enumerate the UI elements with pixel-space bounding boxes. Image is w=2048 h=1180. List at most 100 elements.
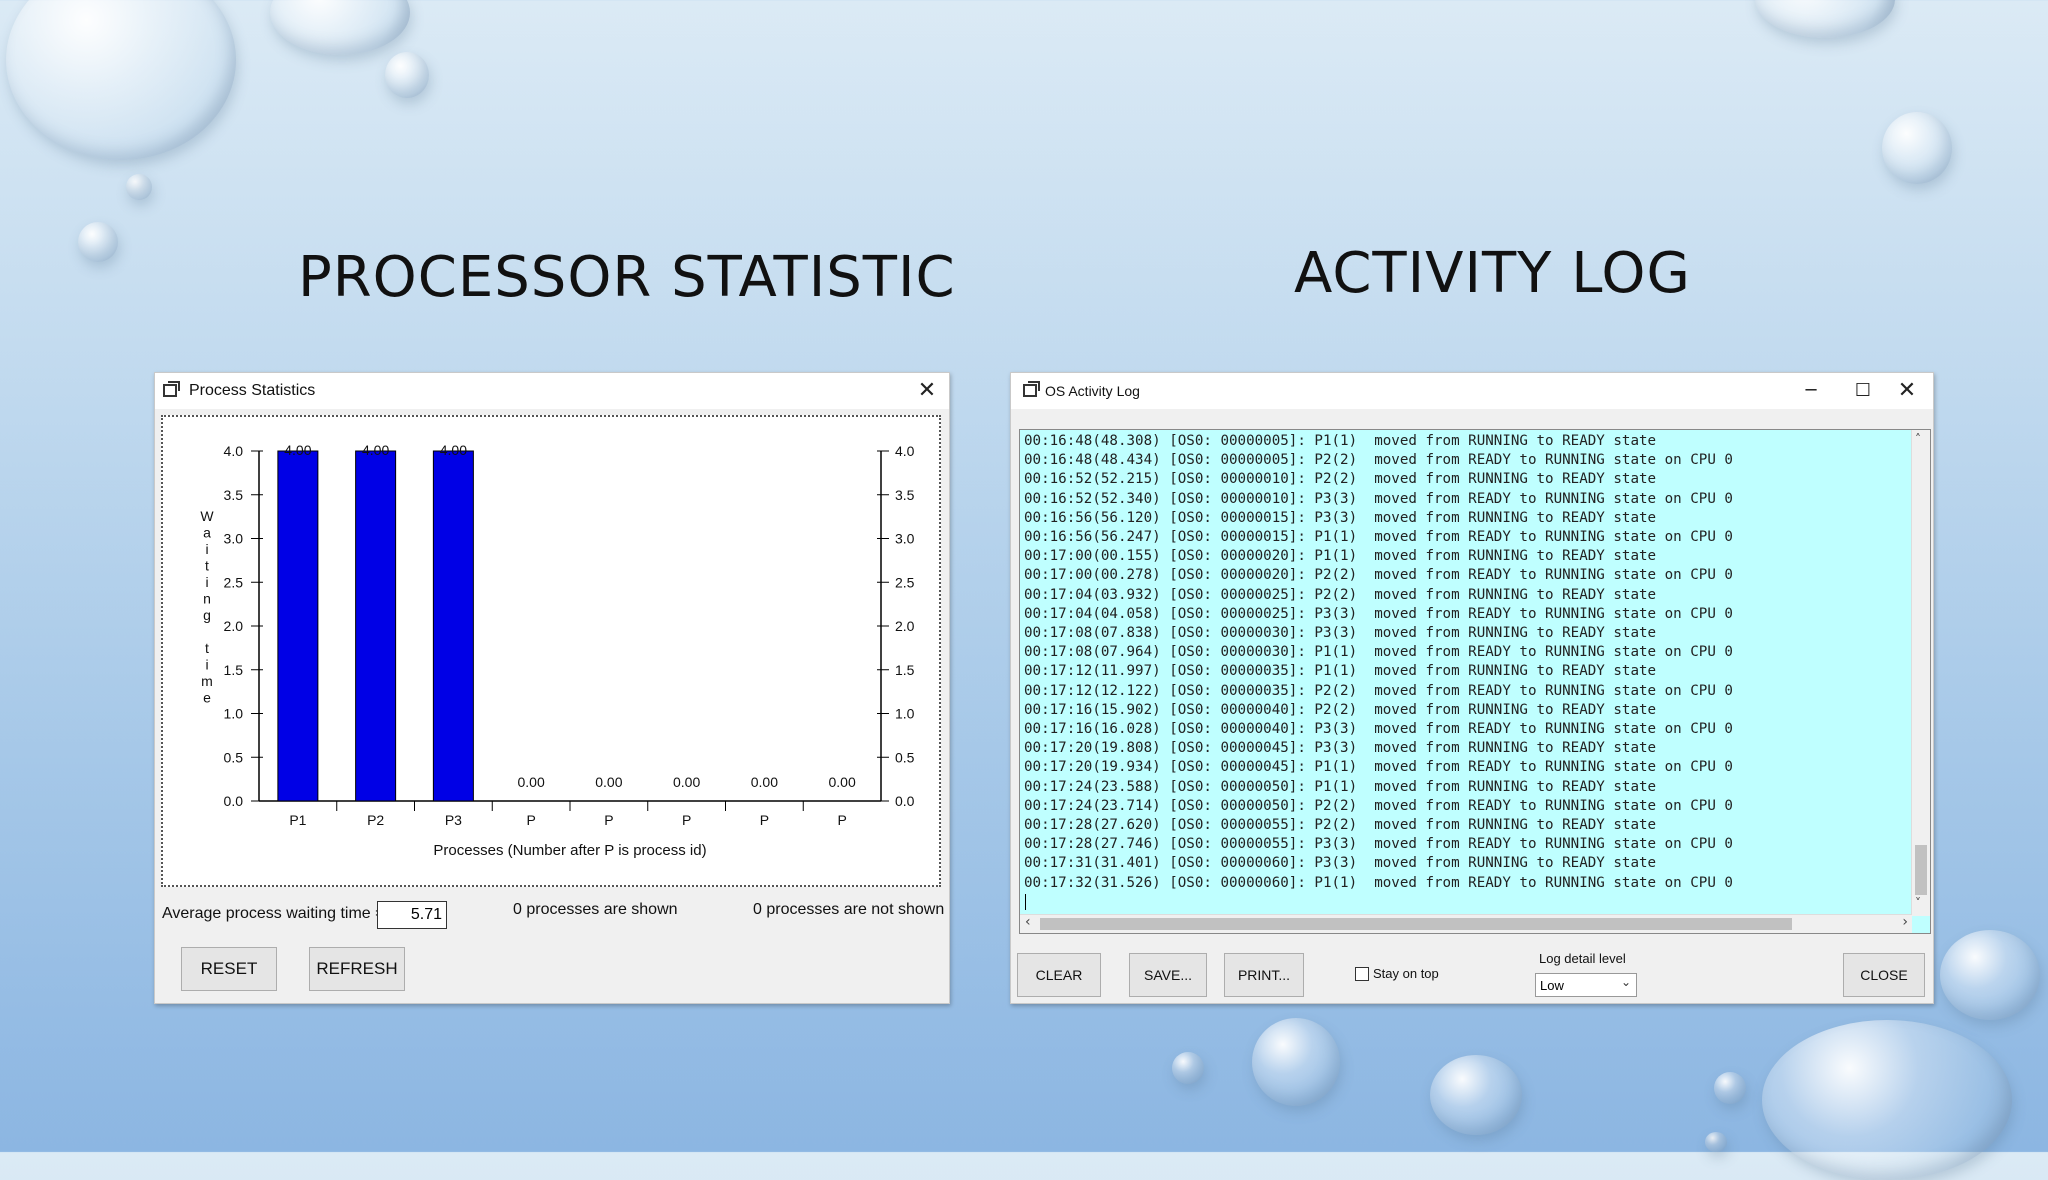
stats-titlebar: Process Statistics ✕ <box>155 373 949 409</box>
log-window-title: OS Activity Log <box>1045 383 1140 399</box>
reset-button[interactable]: RESET <box>181 947 277 991</box>
y-tick-label-left: 1.0 <box>224 706 244 722</box>
log-detail-level-select[interactable]: Low ⌄ <box>1535 973 1637 997</box>
bubble-decoration <box>1252 1018 1340 1106</box>
bar <box>432 450 474 802</box>
x-tick-label: P3 <box>445 812 462 828</box>
window-app-icon <box>163 381 180 397</box>
stats-window-title: Process Statistics <box>189 382 316 399</box>
log-line: 00:17:04(03.932) [OS0: 00000025]: P2(2) … <box>1024 586 1657 603</box>
log-line: 00:17:08(07.964) [OS0: 00000030]: P1(1) … <box>1024 644 1733 661</box>
log-line: 00:16:56(56.247) [OS0: 00000015]: P1(1) … <box>1024 529 1733 546</box>
log-line: 00:17:28(27.746) [OS0: 00000055]: P3(3) … <box>1024 836 1733 853</box>
y-tick-label-left: 0.0 <box>224 793 244 809</box>
avg-waiting-time-label: Average process waiting time = <box>162 905 385 922</box>
y-tick-label-right: 2.0 <box>895 618 915 634</box>
y-tick-label-right: 3.5 <box>895 487 915 503</box>
print-button[interactable]: PRINT... <box>1224 953 1304 997</box>
bar-value-label: 4.00 <box>284 442 311 458</box>
log-line: 00:17:32(31.526) [OS0: 00000060]: P1(1) … <box>1024 874 1733 891</box>
log-line: 00:17:08(07.838) [OS0: 00000030]: P3(3) … <box>1024 625 1657 642</box>
window-app-icon <box>1023 381 1040 397</box>
log-line: 00:17:24(23.588) [OS0: 00000050]: P1(1) … <box>1024 778 1657 795</box>
bubble-decoration <box>1172 1052 1204 1084</box>
y-tick-label-right: 2.5 <box>895 574 915 590</box>
bar-value-label: 0.00 <box>673 774 700 790</box>
log-line: 00:16:52(52.215) [OS0: 00000010]: P2(2) … <box>1024 471 1657 488</box>
log-line: 00:16:48(48.434) [OS0: 00000005]: P2(2) … <box>1024 452 1733 469</box>
bubble-decoration <box>1940 930 2040 1020</box>
log-detail-level-label: Log detail level <box>1539 951 1626 966</box>
bar <box>277 450 319 802</box>
processes-shown-text: 0 processes are shown <box>513 901 678 918</box>
y-tick-label-right: 1.0 <box>895 706 915 722</box>
horizontal-scrollbar[interactable]: ‹ › <box>1020 914 1912 933</box>
log-line: 00:17:04(04.058) [OS0: 00000025]: P3(3) … <box>1024 605 1733 622</box>
close-button[interactable]: CLOSE <box>1843 953 1925 997</box>
x-tick-label: P1 <box>289 812 306 828</box>
bar <box>355 450 397 802</box>
scroll-right-icon[interactable]: › <box>1902 914 1908 930</box>
log-line: 00:17:12(11.997) [OS0: 00000035]: P1(1) … <box>1024 663 1657 680</box>
avg-waiting-time-value: 5.71 <box>410 906 442 923</box>
y-tick-label-right: 1.5 <box>895 662 915 678</box>
log-line: 00:17:16(15.902) [OS0: 00000040]: P2(2) … <box>1024 701 1657 718</box>
x-tick-label: P <box>604 812 613 828</box>
refresh-button[interactable]: REFRESH <box>309 947 405 991</box>
processor-statistic-heading: PROCESSOR STATISTIC <box>298 245 956 310</box>
save-button[interactable]: SAVE... <box>1129 953 1207 997</box>
bubble-decoration <box>1762 1020 2012 1180</box>
bubble-decoration <box>1430 1055 1522 1135</box>
log-line: 00:17:16(16.028) [OS0: 00000040]: P3(3) … <box>1024 721 1733 738</box>
log-lines: 00:16:48(48.308) [OS0: 00000005]: P1(1) … <box>1024 432 1733 893</box>
y-tick-label-right: 0.5 <box>895 749 915 765</box>
y-tick-label-left: 4.0 <box>224 443 244 459</box>
os-activity-log-window: OS Activity Log ─ ☐ ✕ 00:16:48(48.308) [… <box>1010 372 1934 1004</box>
bubble-decoration <box>1714 1072 1746 1104</box>
close-icon[interactable]: ✕ <box>1885 373 1929 409</box>
x-tick-label: P <box>682 812 691 828</box>
scroll-left-icon[interactable]: ‹ <box>1025 914 1031 930</box>
log-line: 00:16:56(56.120) [OS0: 00000015]: P3(3) … <box>1024 509 1657 526</box>
y-tick-label-left: 2.5 <box>224 574 244 590</box>
vertical-scroll-thumb[interactable] <box>1915 845 1927 895</box>
log-line: 00:17:00(00.155) [OS0: 00000020]: P1(1) … <box>1024 548 1657 565</box>
clear-button[interactable]: CLEAR <box>1017 953 1101 997</box>
bar-value-label: 0.00 <box>829 774 856 790</box>
x-tick-label: P <box>760 812 769 828</box>
text-cursor <box>1025 894 1026 910</box>
bar-value-label: 0.00 <box>751 774 778 790</box>
y-tick-label-right: 0.0 <box>895 793 915 809</box>
waiting-time-bar-chart: 0.0 0.0 0.5 0.5 1.0 1.0 1.5 1.5 2.0 2.0 2.5 2.5 3.0 3… <box>200 442 915 859</box>
log-detail-level-value: Low <box>1540 978 1564 993</box>
bar-value-label: 0.00 <box>518 774 545 790</box>
log-line: 00:17:00(00.278) [OS0: 00000020]: P2(2) … <box>1024 567 1733 584</box>
bubble-decoration <box>1705 1132 1727 1152</box>
avg-waiting-time-field[interactable]: 5.71 <box>377 901 447 929</box>
bar-value-label: 4.00 <box>362 442 389 458</box>
bubble-decoration <box>126 174 152 200</box>
minimize-icon[interactable]: ─ <box>1789 373 1833 409</box>
close-icon[interactable]: ✕ <box>905 373 949 409</box>
maximize-icon[interactable]: ☐ <box>1841 373 1885 409</box>
log-line: 00:17:28(27.620) [OS0: 00000055]: P2(2) … <box>1024 817 1657 834</box>
bubble-decoration <box>385 52 429 98</box>
process-statistics-window: Process Statistics ✕ 0.0 0.0 0.5 0.5 1.0 1.0 1… <box>154 372 950 1004</box>
log-text-area[interactable]: 00:16:48(48.308) [OS0: 00000005]: P1(1) … <box>1019 429 1931 934</box>
vertical-scrollbar[interactable]: ˄ ˅ <box>1911 430 1930 916</box>
bar-value-label: 0.00 <box>595 774 622 790</box>
log-line: 00:16:48(48.308) [OS0: 00000005]: P1(1) … <box>1024 433 1657 449</box>
stay-on-top-label: Stay on top <box>1373 966 1439 981</box>
scroll-down-icon[interactable]: ˅ <box>1915 896 1921 910</box>
y-tick-label-left: 2.0 <box>224 618 244 634</box>
chevron-down-icon: ⌄ <box>1620 975 1631 989</box>
log-titlebar: OS Activity Log ─ ☐ ✕ <box>1011 373 1933 409</box>
x-tick-label: P2 <box>367 812 384 828</box>
bubble-decoration <box>78 222 118 262</box>
y-axis-label: Waiting time <box>200 508 214 706</box>
y-tick-label-left: 3.5 <box>224 487 244 503</box>
scroll-up-icon[interactable]: ˄ <box>1915 432 1921 446</box>
stay-on-top-checkbox[interactable] <box>1355 967 1369 981</box>
horizontal-scroll-thumb[interactable] <box>1040 918 1792 930</box>
y-tick-label-right: 3.0 <box>895 531 915 547</box>
